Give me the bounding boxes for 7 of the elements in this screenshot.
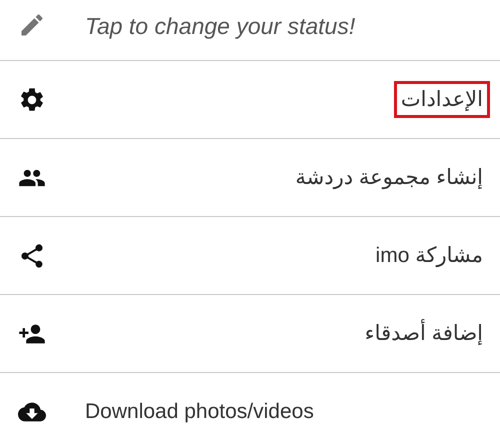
menu-item[interactable]: Download photos/videos — [78, 394, 321, 429]
status-field[interactable]: Tap to change your status! — [78, 7, 362, 53]
settings-icon — [18, 86, 46, 114]
menu-item[interactable]: إضافة أصدقاء — [358, 315, 490, 352]
menu-item[interactable]: مشاركة imo — [368, 237, 490, 274]
menu-item[interactable]: الإعدادات — [394, 81, 490, 118]
menu-item[interactable]: إنشاء مجموعة دردشة — [288, 159, 490, 196]
